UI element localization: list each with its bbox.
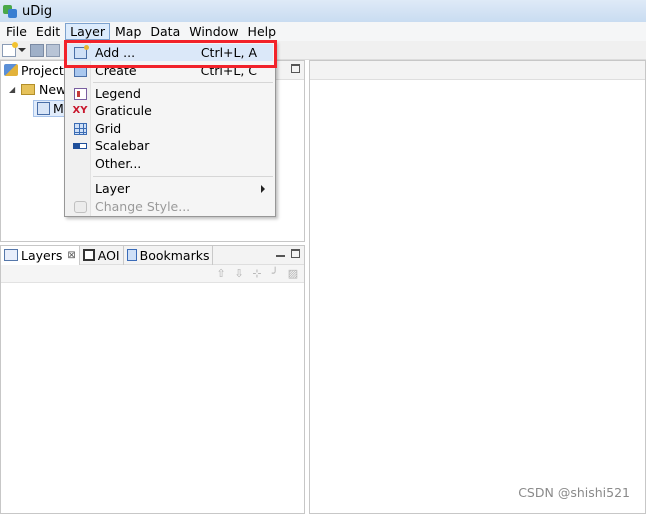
menu-item-graticule-label: Graticule [95,103,152,118]
annotation-highlight-box [64,40,277,68]
menu-item-layer-submenu-label: Layer [95,181,130,196]
menu-separator [93,176,273,177]
legend-icon [73,87,87,100]
menu-item-scalebar[interactable]: Scalebar [67,137,273,154]
title-bar: uDig [0,0,646,22]
tab-bookmarks-label: Bookmarks [139,247,210,263]
layers-panel-header: Layers ⊠ AOI Bookmarks [1,245,304,265]
menu-data[interactable]: Data [146,23,184,40]
menu-bar: File Edit Layer Map Data Window Help [0,22,646,41]
maximize-icon[interactable] [291,64,300,73]
window-title: uDig [22,3,53,19]
menu-help[interactable]: Help [244,23,281,40]
tab-layers-label: Layers [21,247,63,263]
save-icon[interactable] [30,43,44,57]
layers-icon [4,249,18,261]
menu-item-layer-submenu[interactable]: Layer [67,180,273,197]
menu-edit[interactable]: Edit [32,23,64,40]
new-dropdown-caret-icon[interactable] [18,44,26,56]
menu-item-legend[interactable]: Legend [67,85,273,102]
map-editor-area[interactable] [309,60,646,514]
layers-window-controls [276,249,300,258]
tab-bookmarks[interactable]: Bookmarks [124,245,214,265]
new-icon[interactable] [2,41,18,57]
expand-icon[interactable]: ◢ [9,85,19,94]
map-label: M [53,101,64,116]
change-style-icon [73,200,87,213]
tab-projects-label: Projects [21,62,71,78]
layers-toolbar: ⇧ ⇩ ⊹ ╯ ▨ [1,265,304,283]
close-icon[interactable]: ⊠ [67,250,75,261]
menu-item-legend-label: Legend [95,86,141,101]
graticule-icon: XY [72,105,88,116]
project-icon [21,84,35,95]
tab-layers[interactable]: Layers ⊠ [1,245,80,265]
menu-item-scalebar-label: Scalebar [95,138,150,153]
menu-item-other[interactable]: Other... [67,155,273,172]
watermark: CSDN @shishi521 [518,485,630,500]
tab-aoi[interactable]: AOI [80,245,124,265]
minimize-icon[interactable] [276,254,285,257]
menu-layer[interactable]: Layer [65,23,110,40]
menu-item-grid-label: Grid [95,121,122,136]
tab-projects[interactable]: Projects [1,60,74,80]
map-editor-header [310,61,645,80]
maximize-icon[interactable] [291,249,300,258]
projects-window-controls [291,64,300,73]
menu-item-change-style-label: Change Style... [95,199,191,214]
tab-aoi-label: AOI [97,247,120,263]
aoi-icon [82,249,95,261]
style-icon[interactable]: ▨ [286,267,300,280]
save-all-icon[interactable] [46,43,60,57]
menu-window[interactable]: Window [185,23,242,40]
scalebar-icon [73,142,87,149]
pen-icon[interactable]: ╯ [268,267,282,280]
menu-item-graticule[interactable]: XY Graticule [67,102,273,119]
connect-icon[interactable]: ⊹ [250,267,264,280]
projects-icon [4,64,18,76]
move-down-icon[interactable]: ⇩ [232,267,246,280]
menu-item-grid[interactable]: Grid [67,120,273,137]
menu-item-change-style: Change Style... [67,198,273,215]
submenu-arrow-icon [261,184,265,193]
project-label: New [39,82,67,97]
move-up-icon[interactable]: ⇧ [214,267,228,280]
menu-separator [93,82,273,83]
udig-app-icon [2,3,18,19]
map-icon [37,102,50,115]
menu-map[interactable]: Map [111,23,145,40]
menu-item-other-label: Other... [95,156,142,171]
grid-icon [73,122,87,135]
menu-file[interactable]: File [2,23,31,40]
bookmarks-icon [126,249,137,261]
layers-panel: Layers ⊠ AOI Bookmarks ⇧ ⇩ ⊹ ╯ ▨ [0,245,305,514]
